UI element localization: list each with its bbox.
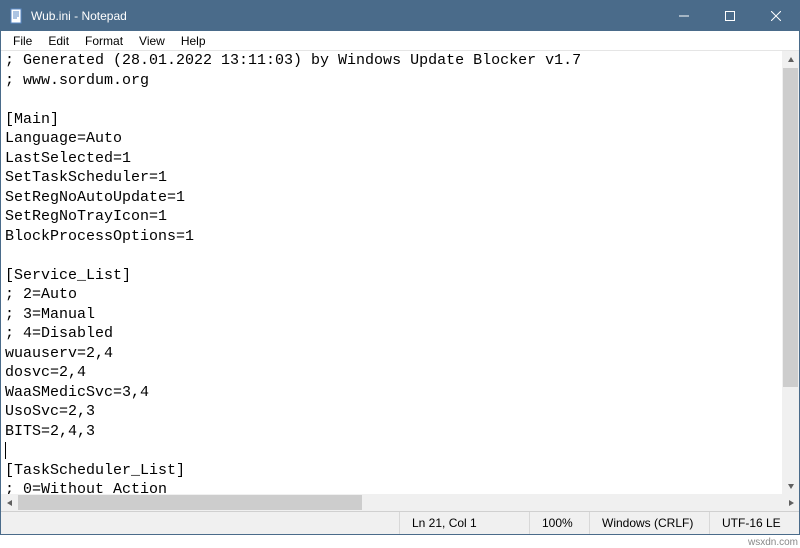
menu-file[interactable]: File — [5, 33, 40, 49]
titlebar[interactable]: Wub.ini - Notepad — [1, 1, 799, 31]
menu-format[interactable]: Format — [77, 33, 131, 49]
text-caret — [5, 442, 6, 459]
scroll-up-icon[interactable] — [782, 51, 799, 68]
menu-help[interactable]: Help — [173, 33, 214, 49]
hscroll-thumb[interactable] — [18, 495, 362, 510]
vertical-scrollbar[interactable] — [782, 51, 799, 494]
scroll-down-icon[interactable] — [782, 477, 799, 494]
close-button[interactable] — [753, 1, 799, 31]
hscroll-track[interactable] — [18, 494, 765, 511]
menu-edit[interactable]: Edit — [40, 33, 77, 49]
status-encoding: UTF-16 LE — [709, 512, 799, 534]
vscroll-track[interactable] — [782, 68, 799, 477]
horizontal-scrollbar[interactable] — [1, 494, 799, 511]
notepad-app-icon — [9, 8, 25, 24]
maximize-button[interactable] — [707, 1, 753, 31]
scroll-right-icon[interactable] — [782, 494, 799, 511]
content-area: ; Generated (28.01.2022 13:11:03) by Win… — [1, 51, 799, 511]
minimize-button[interactable] — [661, 1, 707, 31]
menubar: File Edit Format View Help — [1, 31, 799, 51]
status-position: Ln 21, Col 1 — [399, 512, 529, 534]
statusbar: Ln 21, Col 1 100% Windows (CRLF) UTF-16 … — [1, 511, 799, 534]
window-title: Wub.ini - Notepad — [31, 9, 127, 23]
status-zoom: 100% — [529, 512, 589, 534]
notepad-window: Wub.ini - Notepad File Edit Format View … — [0, 0, 800, 535]
watermark: wsxdn.com — [748, 537, 798, 548]
menu-view[interactable]: View — [131, 33, 173, 49]
scroll-left-icon[interactable] — [1, 494, 18, 511]
editor-content[interactable]: ; Generated (28.01.2022 13:11:03) by Win… — [5, 51, 581, 494]
vscroll-thumb[interactable] — [783, 68, 798, 387]
text-editor[interactable]: ; Generated (28.01.2022 13:11:03) by Win… — [1, 51, 799, 494]
status-line-ending: Windows (CRLF) — [589, 512, 709, 534]
